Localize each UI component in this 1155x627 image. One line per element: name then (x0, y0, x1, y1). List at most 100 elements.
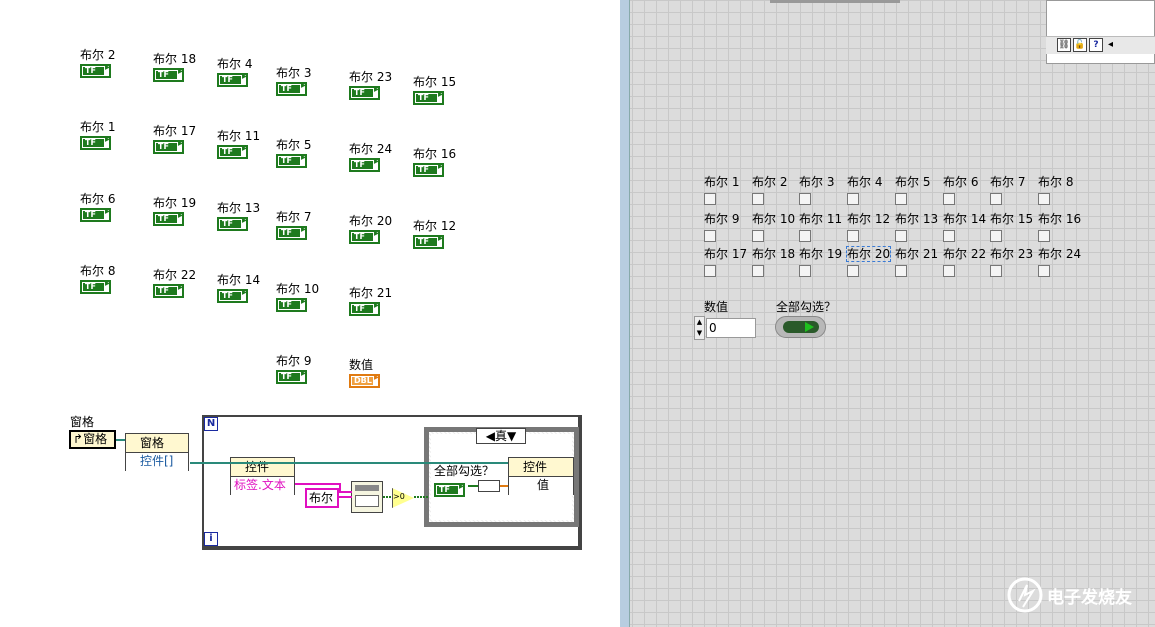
bool-terminal[interactable]: 布尔 10 TF (276, 282, 319, 312)
property-node-class-text: 窗格 (140, 436, 165, 450)
search-function[interactable] (351, 481, 383, 513)
checkbox-control[interactable]: 布尔 8 (1038, 175, 1073, 205)
panel-scrollbar[interactable] (620, 0, 630, 627)
value-property-node[interactable]: 控件 值 (508, 457, 574, 495)
checkbox-control[interactable]: 布尔 16 (1038, 212, 1081, 242)
pane-reference[interactable]: ↱窗格 (69, 430, 116, 449)
lock-icon[interactable]: 🔓 (1073, 38, 1087, 52)
checkbox[interactable] (847, 230, 859, 242)
bool-terminal[interactable]: 布尔 3 TF (276, 66, 311, 96)
scroll-left-icon[interactable]: ◂ (1108, 39, 1113, 50)
checkbox-control[interactable]: 布尔 24 (1038, 247, 1081, 277)
context-help-window[interactable] (1046, 0, 1155, 64)
numeric-increment-decrement[interactable]: ▲ ▼ (694, 316, 705, 340)
checkbox[interactable] (1038, 230, 1050, 242)
loop-count-terminal[interactable]: N (204, 417, 218, 431)
checkbox[interactable] (799, 265, 811, 277)
checkbox[interactable] (704, 193, 716, 205)
bool-terminal[interactable]: 布尔 23 TF (349, 70, 392, 100)
bool-terminal[interactable]: 布尔 16 TF (413, 147, 456, 177)
checkbox-control[interactable]: 布尔 23 (990, 247, 1033, 277)
string-constant[interactable]: 布尔 (305, 488, 339, 508)
bool-terminal[interactable]: 布尔 11 TF (217, 129, 260, 159)
checkbox[interactable] (943, 265, 955, 277)
panel-top-scroll[interactable] (770, 0, 900, 3)
checkbox-control[interactable]: 布尔 9 (704, 212, 739, 242)
checkbox[interactable] (799, 193, 811, 205)
numeric-input[interactable] (706, 318, 756, 338)
checkbox-label: 布尔 23 (990, 247, 1034, 261)
pane-property-node[interactable]: 窗格 控件[] (125, 433, 189, 471)
checkbox-control[interactable]: 布尔 20 (845, 246, 892, 277)
bool-terminal[interactable]: 布尔 8 TF (80, 264, 115, 294)
checkbox-control[interactable]: 布尔 2 (752, 175, 787, 205)
bool-terminal[interactable]: 布尔 15 TF (413, 75, 456, 105)
checkbox[interactable] (752, 230, 764, 242)
bool-terminal[interactable]: 布尔 9 TF (276, 354, 311, 384)
bool-terminal[interactable]: 布尔 22 TF (153, 268, 196, 298)
checkbox[interactable] (895, 230, 907, 242)
bool-terminal[interactable]: 布尔 1 TF (80, 120, 115, 150)
checkbox[interactable] (895, 265, 907, 277)
checkbox[interactable] (1038, 265, 1050, 277)
checkbox-control[interactable]: 布尔 6 (943, 175, 978, 205)
checkbox[interactable] (895, 193, 907, 205)
select-all-terminal[interactable]: TF (434, 481, 465, 497)
question-icon[interactable]: ? (1089, 38, 1103, 52)
checkbox[interactable] (752, 193, 764, 205)
checkbox[interactable] (704, 265, 716, 277)
checkbox[interactable] (847, 265, 859, 277)
bool-terminal[interactable]: 布尔 5 TF (276, 138, 311, 168)
checkbox-control[interactable]: 布尔 13 (895, 212, 938, 242)
checkbox-control[interactable]: 布尔 19 (799, 247, 842, 277)
terminal-label: 布尔 13 (217, 201, 261, 215)
bool-terminal[interactable]: 布尔 18 TF (153, 52, 196, 82)
checkbox-control[interactable]: 布尔 10 (752, 212, 795, 242)
checkbox[interactable] (990, 230, 1002, 242)
bool-terminal[interactable]: 布尔 6 TF (80, 192, 115, 222)
help-icon[interactable]: ⛓ (1057, 38, 1071, 52)
checkbox[interactable] (990, 193, 1002, 205)
bool-terminal[interactable]: 布尔 24 TF (349, 142, 392, 172)
tf-badge: TF (281, 372, 292, 381)
bool-terminal[interactable]: 布尔 17 TF (153, 124, 196, 154)
numeric-terminal[interactable]: 数值 DBL (349, 358, 380, 388)
case-dropdown-icon[interactable]: ▼ (507, 429, 516, 443)
checkbox-control[interactable]: 布尔 4 (847, 175, 882, 205)
checkbox-control[interactable]: 布尔 11 (799, 212, 842, 242)
checkbox-control[interactable]: 布尔 5 (895, 175, 930, 205)
checkbox[interactable] (943, 193, 955, 205)
bool-terminal[interactable]: 布尔 4 TF (217, 57, 252, 87)
checkbox[interactable] (847, 193, 859, 205)
bool-terminal[interactable]: 布尔 12 TF (413, 219, 456, 249)
checkbox-control[interactable]: 布尔 22 (943, 247, 986, 277)
checkbox-control[interactable]: 布尔 21 (895, 247, 938, 277)
checkbox-control[interactable]: 布尔 1 (704, 175, 739, 205)
checkbox-control[interactable]: 布尔 14 (943, 212, 986, 242)
checkbox[interactable] (752, 265, 764, 277)
checkbox-control[interactable]: 布尔 15 (990, 212, 1033, 242)
bool-terminal[interactable]: 布尔 7 TF (276, 210, 311, 240)
bool-terminal[interactable]: 布尔 20 TF (349, 214, 392, 244)
control-property-node[interactable]: 控件 标签.文本 (230, 457, 295, 495)
bool-terminal[interactable]: 布尔 21 TF (349, 286, 392, 316)
checkbox[interactable] (1038, 193, 1050, 205)
bool-terminal[interactable]: 布尔 14 TF (217, 273, 260, 303)
checkbox[interactable] (704, 230, 716, 242)
case-prev-icon[interactable]: ◀ (486, 429, 495, 443)
checkbox[interactable] (943, 230, 955, 242)
checkbox-control[interactable]: 布尔 17 (704, 247, 747, 277)
checkbox[interactable] (799, 230, 811, 242)
type-conversion-node[interactable] (478, 480, 500, 492)
bool-terminal[interactable]: 布尔 19 TF (153, 196, 196, 226)
checkbox-control[interactable]: 布尔 12 (847, 212, 890, 242)
bool-terminal[interactable]: 布尔 13 TF (217, 201, 260, 231)
terminal-label: 布尔 19 (153, 196, 197, 210)
checkbox-control[interactable]: 布尔 3 (799, 175, 834, 205)
checkbox-control[interactable]: 布尔 7 (990, 175, 1025, 205)
case-selector[interactable]: ◀真▼ (476, 428, 526, 444)
checkbox-control[interactable]: 布尔 18 (752, 247, 795, 277)
checkbox[interactable] (990, 265, 1002, 277)
select-all-toggle[interactable] (775, 316, 826, 338)
bool-terminal[interactable]: 布尔 2 TF (80, 48, 115, 78)
